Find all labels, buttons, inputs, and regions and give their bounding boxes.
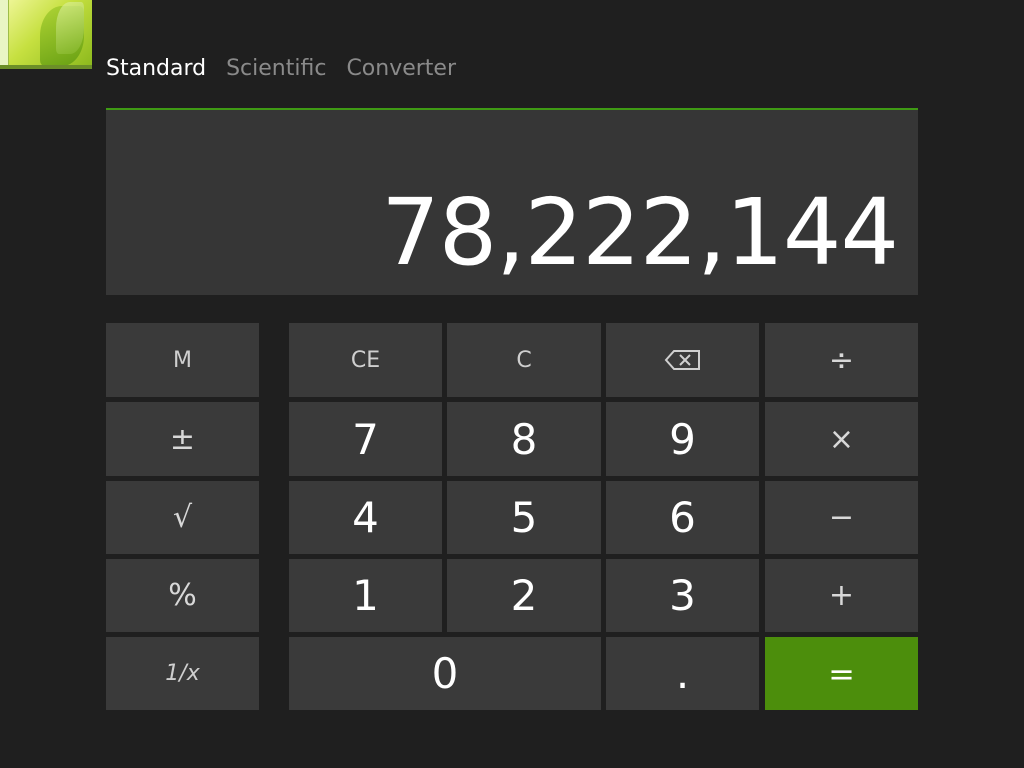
digit-8-button[interactable]: 8 bbox=[447, 402, 601, 476]
tab-scientific[interactable]: Scientific bbox=[226, 56, 326, 81]
digit-6-button[interactable]: 6 bbox=[606, 481, 759, 554]
plus-minus-button[interactable]: ± bbox=[106, 402, 259, 476]
tab-standard[interactable]: Standard bbox=[106, 56, 206, 81]
thumbnail-taskbar bbox=[0, 65, 92, 69]
digit-0-button[interactable]: 0 bbox=[289, 637, 601, 710]
decimal-point-button[interactable]: . bbox=[606, 637, 759, 710]
digit-5-button[interactable]: 5 bbox=[447, 481, 601, 554]
digit-9-button[interactable]: 9 bbox=[606, 402, 759, 476]
digit-3-button[interactable]: 3 bbox=[606, 559, 759, 632]
leaf-image-highlight bbox=[56, 2, 84, 54]
digit-4-button[interactable]: 4 bbox=[289, 481, 442, 554]
tab-converter[interactable]: Converter bbox=[346, 56, 456, 81]
percent-button[interactable]: % bbox=[106, 559, 259, 632]
calculator-display: 78,222,144 bbox=[106, 108, 918, 295]
digit-7-button[interactable]: 7 bbox=[289, 402, 442, 476]
backspace-icon bbox=[664, 349, 702, 371]
reciprocal-button[interactable]: 1/x bbox=[106, 637, 259, 710]
subtract-button[interactable]: − bbox=[765, 481, 918, 554]
square-root-button[interactable]: √ bbox=[106, 481, 259, 554]
digit-2-button[interactable]: 2 bbox=[447, 559, 601, 632]
multiply-button[interactable]: × bbox=[765, 402, 918, 476]
clear-button[interactable]: C bbox=[447, 323, 601, 397]
display-value: 78,222,144 bbox=[381, 179, 899, 286]
thumbnail-sidebar bbox=[0, 0, 9, 69]
start-screen-thumbnail[interactable] bbox=[0, 0, 92, 69]
memory-button[interactable]: M bbox=[106, 323, 259, 397]
mode-tabs: Standard Scientific Converter bbox=[106, 56, 456, 81]
backspace-button[interactable] bbox=[606, 323, 759, 397]
divide-button[interactable]: ÷ bbox=[765, 323, 918, 397]
equals-button[interactable]: = bbox=[765, 637, 918, 710]
digit-1-button[interactable]: 1 bbox=[289, 559, 442, 632]
clear-entry-button[interactable]: CE bbox=[289, 323, 442, 397]
add-button[interactable]: + bbox=[765, 559, 918, 632]
